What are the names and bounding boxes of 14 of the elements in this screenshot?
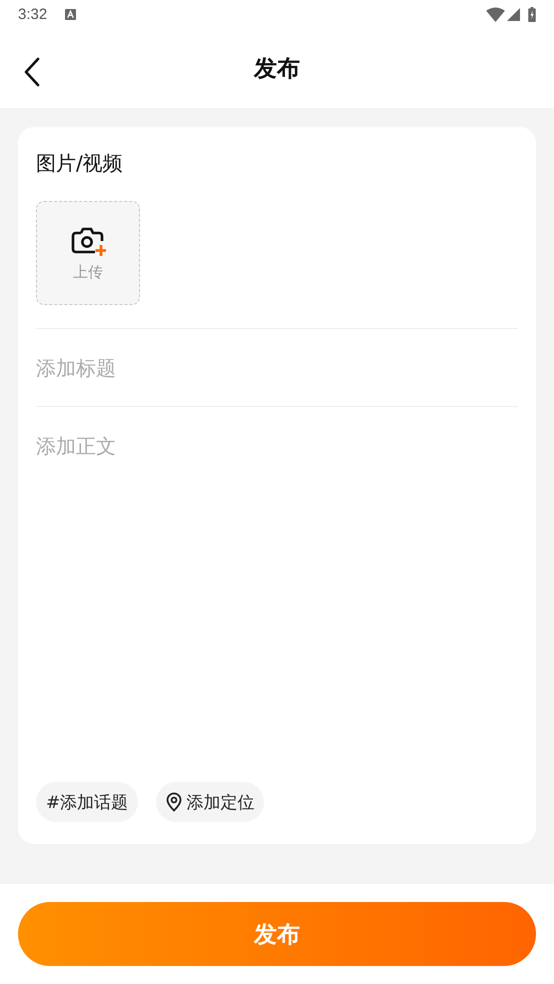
topic-chip[interactable]: #添加话题 bbox=[36, 782, 138, 822]
signal-icon bbox=[507, 8, 520, 20]
location-chip[interactable]: 添加定位 bbox=[156, 782, 264, 822]
status-time: 3:32 bbox=[18, 6, 48, 22]
body-field[interactable]: 添加正文 bbox=[36, 431, 518, 774]
back-icon[interactable] bbox=[24, 57, 40, 87]
title-field[interactable]: 添加标题 bbox=[36, 353, 518, 383]
location-pin-icon bbox=[166, 792, 182, 812]
section-label: 图片/视频 bbox=[36, 150, 124, 177]
wifi-icon bbox=[486, 6, 505, 22]
camera-plus-icon bbox=[70, 224, 106, 256]
battery-icon bbox=[528, 6, 536, 22]
page-title: 发布 bbox=[254, 54, 300, 84]
notification-icon bbox=[65, 8, 76, 20]
